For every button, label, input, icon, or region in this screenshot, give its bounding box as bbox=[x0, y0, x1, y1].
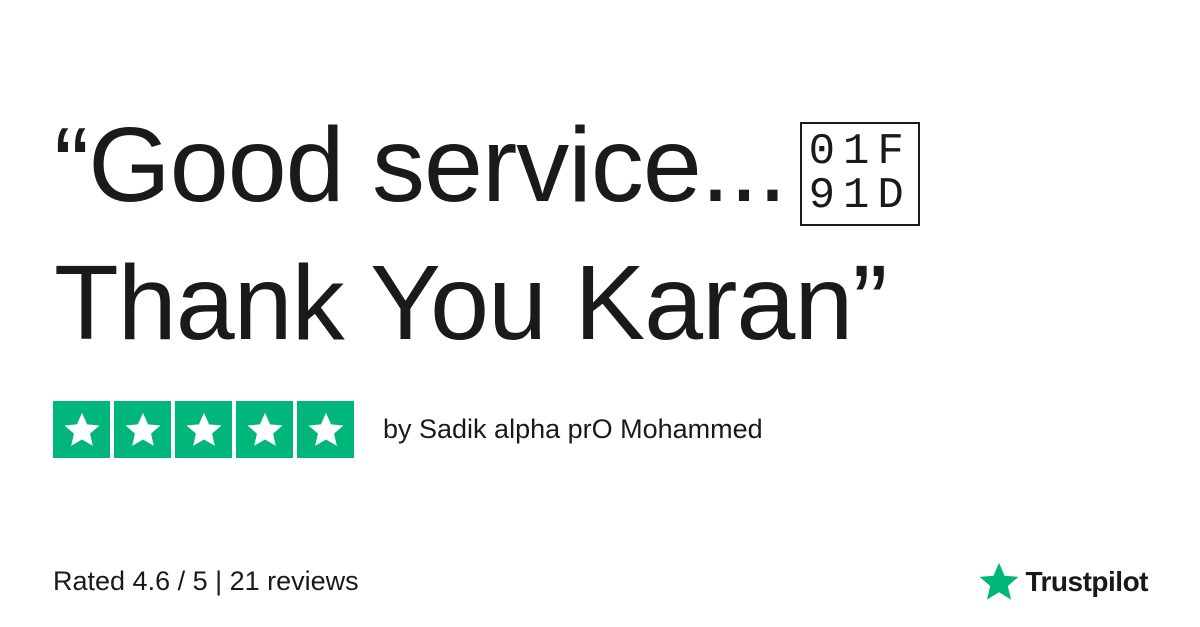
review-quote: “Good service... 01F 91D Thank You Karan” bbox=[54, 96, 1154, 372]
star-tile bbox=[175, 401, 232, 458]
review-author: by Sadik alpha prO Mohammed bbox=[383, 414, 763, 444]
star-tile bbox=[114, 401, 171, 458]
review-quote-text-1: “Good service... bbox=[54, 106, 787, 224]
star-icon bbox=[308, 412, 343, 446]
rating-row: by Sadik alpha prO Mohammed bbox=[53, 401, 763, 458]
star-icon bbox=[980, 562, 1019, 600]
star-tile bbox=[236, 401, 293, 458]
emoji-codepoint-top: 01F bbox=[808, 127, 912, 177]
missing-emoji-glyph: 01F 91D bbox=[800, 122, 921, 226]
star-icon bbox=[64, 412, 99, 446]
star-icon bbox=[186, 412, 221, 446]
rating-summary: Rated 4.6 / 5 | 21 reviews bbox=[53, 566, 359, 596]
star-icon bbox=[247, 412, 282, 446]
brand-name: Trustpilot bbox=[1025, 566, 1148, 597]
emoji-codepoint-bottom: 91D bbox=[808, 171, 912, 221]
trustpilot-logo[interactable]: Trustpilot bbox=[977, 560, 1148, 604]
review-card: “Good service... 01F 91D Thank You Karan” … bbox=[0, 0, 1200, 627]
star-rating bbox=[53, 401, 354, 458]
star-tile bbox=[53, 401, 110, 458]
star-icon bbox=[125, 412, 160, 446]
review-quote-line-1: “Good service... 01F 91D bbox=[54, 96, 1154, 234]
review-quote-line-2: Thank You Karan” bbox=[54, 244, 888, 362]
star-tile bbox=[297, 401, 354, 458]
